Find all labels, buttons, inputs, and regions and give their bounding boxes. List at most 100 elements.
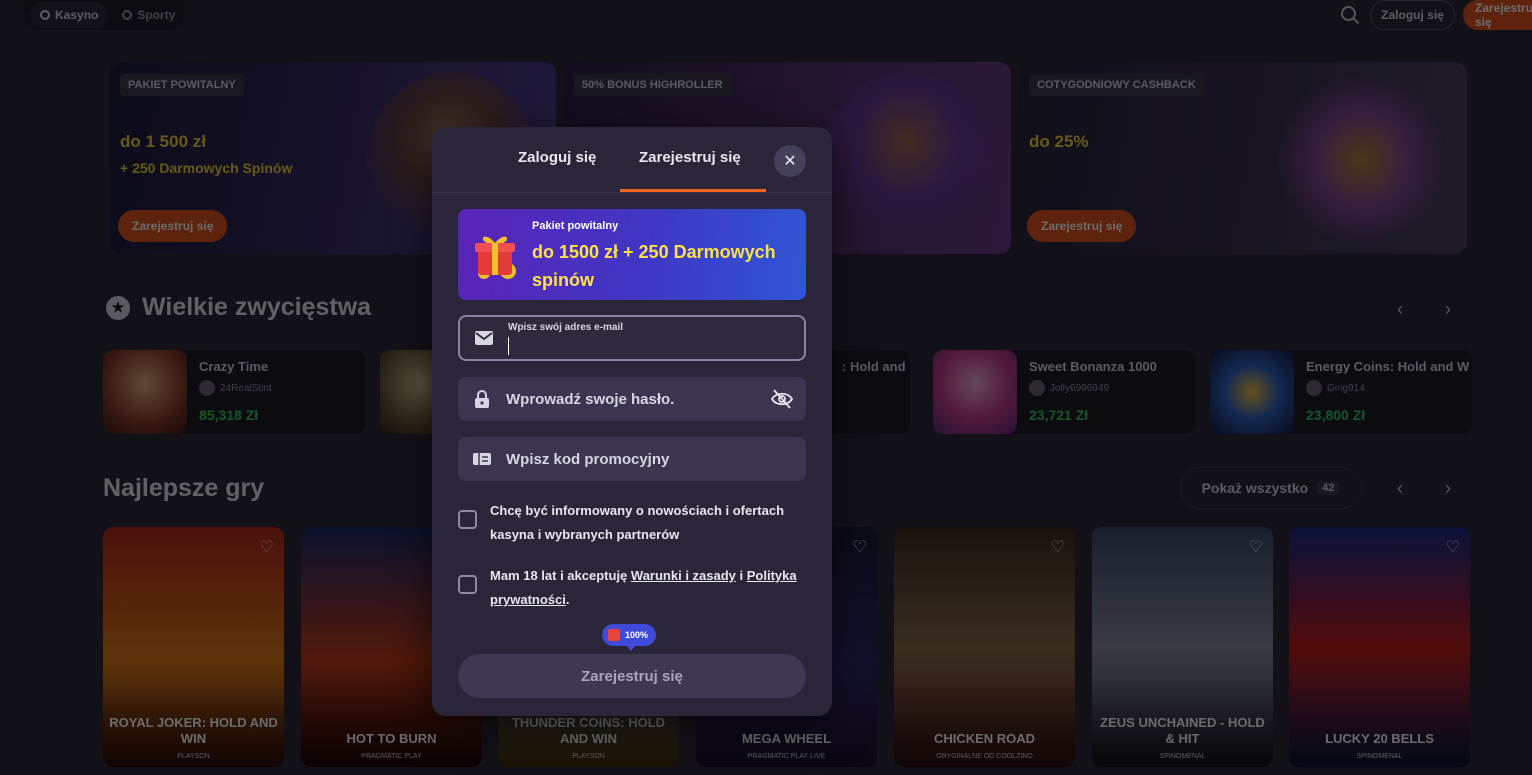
welcome-bonus-banner: Pakiet powitalny do 1500 zł + 250 Darmow… (458, 209, 806, 300)
tab-login[interactable]: Zaloguj się (518, 149, 596, 166)
newsletter-checkbox[interactable] (458, 510, 477, 529)
favorite-heart-icon[interactable]: ♡ (260, 537, 274, 557)
big-win-card[interactable]: Crazy Time 24RealStint 85,318 Zł (103, 350, 365, 434)
favorite-heart-icon[interactable]: ♡ (1446, 537, 1460, 557)
game-tile[interactable]: ♡ LUCKY 20 BELLS SPINOMENAL (1289, 527, 1470, 767)
game-title: MEGA WHEEL (741, 731, 832, 746)
terms-link[interactable]: Warunki i zasady (631, 568, 736, 583)
game-thumbnail (103, 350, 187, 434)
promo-subtitle: + 250 Darmowych Spinów (120, 160, 293, 176)
win-game-name: : Hold and (842, 359, 906, 374)
win-user: 24RealStint (199, 380, 272, 396)
active-tab-indicator (620, 189, 766, 192)
game-provider: PRAGMATIC PLAY (361, 753, 422, 760)
game-tile[interactable]: ♡ ZEUS UNCHAINED - HOLD & HIT SPINOMENAL (1092, 527, 1273, 767)
win-game-name: Energy Coins: Hold and W (1306, 359, 1470, 374)
register-submit-button[interactable]: Zarejestruj się (458, 654, 806, 698)
show-all-button[interactable]: Pokaż wszystko 42 (1180, 467, 1362, 509)
gift-icon (475, 236, 516, 279)
promo-code-field[interactable]: Wpisz kod promocyjny (458, 437, 806, 481)
favorite-heart-icon[interactable]: ♡ (853, 537, 867, 557)
game-thumbnail (1210, 350, 1294, 434)
win-amount: 23,800 Zł (1306, 407, 1366, 423)
best-games-prev-button[interactable]: ‹ (1379, 467, 1421, 509)
age-terms-checkbox[interactable] (458, 575, 477, 594)
bonus-progress-badge: 100% (602, 624, 657, 651)
bonus-label: Pakiet powitalny (532, 220, 619, 232)
close-button[interactable]: ✕ (774, 145, 806, 177)
header-login-button[interactable]: Zaloguj się (1370, 0, 1455, 30)
promo-title: do 1 500 zł (120, 132, 206, 151)
avatar (1029, 380, 1045, 396)
promo-code-placeholder: Wpisz kod promocyjny (506, 450, 670, 468)
newsletter-consent-text: Chcę być informowany o nowościach i ofer… (490, 503, 785, 542)
game-provider: SPINOMENAL (1356, 753, 1403, 760)
win-username: Ging914 (1327, 382, 1365, 394)
big-win-card[interactable]: Sweet Bonanza 1000 Jolly6996949 23,721 Z… (933, 350, 1195, 434)
tab-sports[interactable]: Sporty (112, 2, 185, 28)
best-games-title: Najlepsze gry (103, 474, 265, 502)
email-field[interactable]: Wpisz swój adres e-mail (458, 315, 806, 361)
promo-title: do 25% (1029, 132, 1089, 151)
win-amount: 23,721 Zł (1029, 407, 1089, 423)
game-provider: SPINOMENAL (1159, 753, 1206, 760)
game-title: THUNDER COINS: HOLD AND WIN (511, 715, 666, 746)
eye-off-icon[interactable] (770, 388, 794, 410)
age-terms-consent-text: Mam 18 lat i akceptuję Warunki i zasady … (490, 564, 806, 612)
text-caret (508, 337, 509, 355)
consent-and: i (735, 568, 747, 583)
best-games-next-button[interactable]: › (1427, 467, 1469, 509)
tab-sports-label: Sporty (137, 8, 176, 22)
game-title: LUCKY 20 BELLS (1325, 731, 1434, 746)
promo-register-button[interactable]: Zarejestruj się (118, 210, 228, 242)
password-field[interactable]: Wprowadź swoje hasło. (458, 377, 806, 421)
mail-icon (475, 331, 493, 345)
promo-card-cashback[interactable]: COTYGODNIOWY CASHBACK do 25% Zarejestruj… (1019, 62, 1467, 254)
promo-tag: 50% BONUS HIGHROLLER (574, 74, 731, 96)
game-title: CHICKEN ROAD (933, 731, 1036, 746)
promo-illustration (1277, 72, 1447, 247)
favorite-heart-icon[interactable]: ♡ (1249, 537, 1263, 557)
game-tile[interactable]: ♡ CHICKEN ROAD ORYGINALNE OD COOLZINO (894, 527, 1075, 767)
product-switch: Kasyno Sporty (24, 0, 184, 30)
tab-register[interactable]: Zarejestruj się (639, 149, 741, 166)
show-all-label: Pokaż wszystko (1201, 480, 1309, 496)
game-title: ZEUS UNCHAINED - HOLD & HIT (1100, 715, 1265, 746)
consent-age-prefix: Mam 18 lat i akceptuję (490, 568, 631, 583)
win-username: 24RealStint (220, 382, 272, 394)
big-win-card[interactable]: Energy Coins: Hold and W Ging914 23,800 … (1210, 350, 1472, 434)
game-title: HOT TO BURN (346, 731, 437, 746)
big-wins-title: ★ Wielkie zwycięstwa (106, 293, 371, 322)
game-provider: PLAYSON (572, 753, 605, 760)
casino-icon (40, 10, 50, 20)
auth-modal: Zaloguj się Zarejestruj się ✕ Pakiet pow… (432, 127, 832, 716)
promo-register-button[interactable]: Zarejestruj się (1027, 210, 1137, 242)
favorite-heart-icon[interactable]: ♡ (1051, 537, 1065, 557)
lock-icon (475, 390, 489, 408)
promo-tag: COTYGODNIOWY CASHBACK (1029, 74, 1204, 96)
gift-icon (608, 629, 620, 641)
game-tile[interactable]: ♡ ROYAL JOKER: HOLD AND WIN PLAYSON (103, 527, 284, 767)
header-register-button[interactable]: Zarejestruj się (1463, 0, 1532, 30)
big-wins-next-button[interactable]: › (1427, 288, 1469, 330)
consent-end: . (565, 592, 570, 607)
bonus-text: do 1500 zł + 250 Darmowych spinów (532, 242, 776, 290)
tab-casino-label: Kasyno (55, 8, 99, 22)
search-icon[interactable] (1340, 5, 1360, 25)
game-provider: ORYGINALNE OD COOLZINO (936, 753, 1033, 760)
game-thumbnail (933, 350, 1017, 434)
star-icon: ★ (106, 295, 130, 320)
email-label: Wpisz swój adres e-mail (508, 322, 624, 333)
win-game-name: Crazy Time (199, 359, 269, 374)
auth-tabs: Zaloguj się Zarejestruj się ✕ (432, 127, 832, 193)
tab-casino[interactable]: Kasyno (30, 2, 109, 28)
win-game-name: Sweet Bonanza 1000 (1029, 359, 1157, 374)
game-provider: PRAGMATIC PLAY LIVE (747, 753, 826, 760)
big-wins-prev-button[interactable]: ‹ (1379, 288, 1421, 330)
win-username: Jolly6996949 (1050, 382, 1109, 394)
win-amount: 85,318 Zł (199, 407, 259, 423)
close-icon: ✕ (783, 153, 797, 170)
email-input[interactable] (508, 337, 788, 357)
game-title: ROYAL JOKER: HOLD AND WIN (109, 715, 278, 746)
avatar (1306, 380, 1322, 396)
